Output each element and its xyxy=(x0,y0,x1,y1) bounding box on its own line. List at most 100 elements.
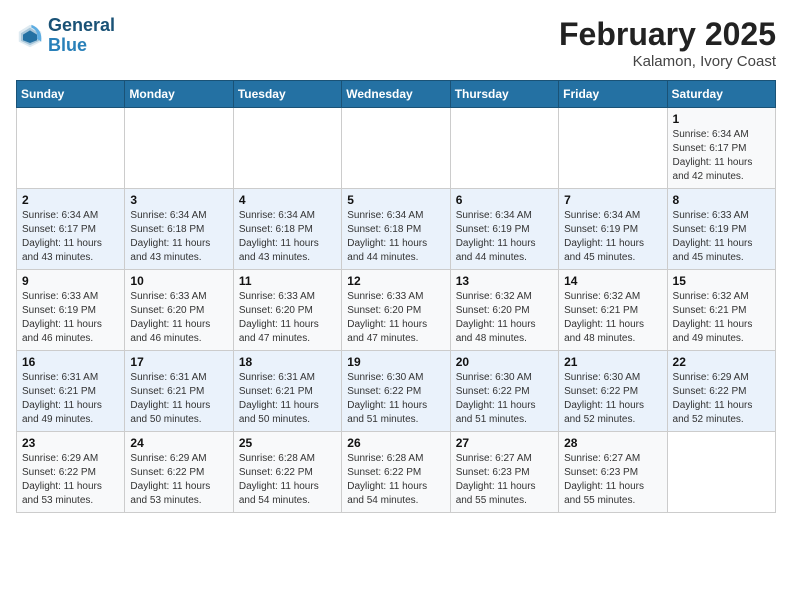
day-info: Sunrise: 6:33 AM Sunset: 6:20 PM Dayligh… xyxy=(239,290,336,346)
day-number: 20 xyxy=(456,355,553,369)
day-number: 1 xyxy=(673,112,770,126)
day-number: 12 xyxy=(347,274,444,288)
day-cell: 17 Sunrise: 6:31 AM Sunset: 6:21 PM Dayli… xyxy=(125,351,233,432)
week-row-1: 1 Sunrise: 6:34 AM Sunset: 6:17 PM Daylig… xyxy=(17,108,776,189)
day-cell xyxy=(342,108,450,189)
header: General Blue February 2025 Kalamon, Ivor… xyxy=(16,16,776,70)
day-cell: 6 Sunrise: 6:34 AM Sunset: 6:19 PM Daylig… xyxy=(450,189,558,270)
day-cell: 10 Sunrise: 6:33 AM Sunset: 6:20 PM Dayli… xyxy=(125,270,233,351)
day-info: Sunrise: 6:31 AM Sunset: 6:21 PM Dayligh… xyxy=(22,371,119,427)
day-number: 8 xyxy=(673,193,770,207)
week-row-2: 2 Sunrise: 6:34 AM Sunset: 6:17 PM Daylig… xyxy=(17,189,776,270)
day-number: 26 xyxy=(347,436,444,450)
logo: General Blue xyxy=(16,16,115,56)
day-cell: 15Sunrise: 6:32 AM Sunset: 6:21 PM Dayli… xyxy=(667,270,775,351)
day-info: Sunrise: 6:30 AM Sunset: 6:22 PM Dayligh… xyxy=(347,371,444,427)
day-info: Sunrise: 6:33 AM Sunset: 6:20 PM Dayligh… xyxy=(130,290,227,346)
day-cell xyxy=(233,108,341,189)
day-info: Sunrise: 6:30 AM Sunset: 6:22 PM Dayligh… xyxy=(456,371,553,427)
location-title: Kalamon, Ivory Coast xyxy=(559,53,776,70)
day-number: 28 xyxy=(564,436,661,450)
day-number: 14 xyxy=(564,274,661,288)
calendar-body: 1 Sunrise: 6:34 AM Sunset: 6:17 PM Daylig… xyxy=(17,108,776,513)
day-number: 23 xyxy=(22,436,119,450)
day-number: 15 xyxy=(673,274,770,288)
day-cell: 28 Sunrise: 6:27 AM Sunset: 6:23 PM Dayli… xyxy=(559,432,667,513)
day-cell xyxy=(559,108,667,189)
day-cell xyxy=(667,432,775,513)
day-cell: 18 Sunrise: 6:31 AM Sunset: 6:21 PM Dayli… xyxy=(233,351,341,432)
day-cell: 26 Sunrise: 6:28 AM Sunset: 6:22 PM Dayli… xyxy=(342,432,450,513)
weekday-header-sunday: Sunday xyxy=(17,81,125,108)
day-info: Sunrise: 6:30 AM Sunset: 6:22 PM Dayligh… xyxy=(564,371,661,427)
weekday-header-saturday: Saturday xyxy=(667,81,775,108)
day-cell: 14 Sunrise: 6:32 AM Sunset: 6:21 PM Dayli… xyxy=(559,270,667,351)
day-info: Sunrise: 6:34 AM Sunset: 6:18 PM Dayligh… xyxy=(347,209,444,265)
day-number: 2 xyxy=(22,193,119,207)
day-number: 11 xyxy=(239,274,336,288)
day-cell: 12 Sunrise: 6:33 AM Sunset: 6:20 PM Dayli… xyxy=(342,270,450,351)
day-cell: 22 Sunrise: 6:29 AM Sunset: 6:22 PM Dayli… xyxy=(667,351,775,432)
day-number: 6 xyxy=(456,193,553,207)
calendar-header: SundayMondayTuesdayWednesdayThursdayFrid… xyxy=(17,81,776,108)
day-cell: 1 Sunrise: 6:34 AM Sunset: 6:17 PM Daylig… xyxy=(667,108,775,189)
day-number: 7 xyxy=(564,193,661,207)
day-cell xyxy=(450,108,558,189)
day-info: Sunrise: 6:32 AM Sunset: 6:21 PM Dayligh… xyxy=(564,290,661,346)
day-info: Sunrise: 6:28 AM Sunset: 6:22 PM Dayligh… xyxy=(239,452,336,508)
day-info: Sunrise: 6:34 AM Sunset: 6:17 PM Dayligh… xyxy=(673,128,770,184)
day-cell: 3 Sunrise: 6:34 AM Sunset: 6:18 PM Daylig… xyxy=(125,189,233,270)
day-cell: 4 Sunrise: 6:34 AM Sunset: 6:18 PM Daylig… xyxy=(233,189,341,270)
day-number: 10 xyxy=(130,274,227,288)
day-number: 16 xyxy=(22,355,119,369)
weekday-header-thursday: Thursday xyxy=(450,81,558,108)
day-info: Sunrise: 6:31 AM Sunset: 6:21 PM Dayligh… xyxy=(239,371,336,427)
day-cell xyxy=(125,108,233,189)
day-number: 5 xyxy=(347,193,444,207)
day-number: 17 xyxy=(130,355,227,369)
day-info: Sunrise: 6:34 AM Sunset: 6:19 PM Dayligh… xyxy=(456,209,553,265)
day-info: Sunrise: 6:32 AM Sunset: 6:20 PM Dayligh… xyxy=(456,290,553,346)
day-cell: 13Sunrise: 6:32 AM Sunset: 6:20 PM Dayli… xyxy=(450,270,558,351)
week-row-4: 16 Sunrise: 6:31 AM Sunset: 6:21 PM Dayli… xyxy=(17,351,776,432)
day-number: 4 xyxy=(239,193,336,207)
day-info: Sunrise: 6:29 AM Sunset: 6:22 PM Dayligh… xyxy=(673,371,770,427)
day-number: 25 xyxy=(239,436,336,450)
day-number: 22 xyxy=(673,355,770,369)
day-info: Sunrise: 6:31 AM Sunset: 6:21 PM Dayligh… xyxy=(130,371,227,427)
day-cell: 2 Sunrise: 6:34 AM Sunset: 6:17 PM Daylig… xyxy=(17,189,125,270)
logo-text: General Blue xyxy=(48,16,115,56)
day-cell: 9Sunrise: 6:33 AM Sunset: 6:19 PM Daylig… xyxy=(17,270,125,351)
week-row-5: 23 Sunrise: 6:29 AM Sunset: 6:22 PM Dayli… xyxy=(17,432,776,513)
day-number: 24 xyxy=(130,436,227,450)
day-info: Sunrise: 6:27 AM Sunset: 6:23 PM Dayligh… xyxy=(564,452,661,508)
day-number: 21 xyxy=(564,355,661,369)
day-cell: 7 Sunrise: 6:34 AM Sunset: 6:19 PM Daylig… xyxy=(559,189,667,270)
day-info: Sunrise: 6:28 AM Sunset: 6:22 PM Dayligh… xyxy=(347,452,444,508)
day-cell: 19Sunrise: 6:30 AM Sunset: 6:22 PM Dayli… xyxy=(342,351,450,432)
day-cell: 8Sunrise: 6:33 AM Sunset: 6:19 PM Daylig… xyxy=(667,189,775,270)
day-cell: 11 Sunrise: 6:33 AM Sunset: 6:20 PM Dayli… xyxy=(233,270,341,351)
day-number: 18 xyxy=(239,355,336,369)
day-cell: 25 Sunrise: 6:28 AM Sunset: 6:22 PM Dayli… xyxy=(233,432,341,513)
day-info: Sunrise: 6:33 AM Sunset: 6:19 PM Dayligh… xyxy=(22,290,119,346)
day-info: Sunrise: 6:34 AM Sunset: 6:18 PM Dayligh… xyxy=(130,209,227,265)
day-info: Sunrise: 6:33 AM Sunset: 6:20 PM Dayligh… xyxy=(347,290,444,346)
weekday-header-tuesday: Tuesday xyxy=(233,81,341,108)
calendar: SundayMondayTuesdayWednesdayThursdayFrid… xyxy=(16,80,776,513)
day-cell: 23 Sunrise: 6:29 AM Sunset: 6:22 PM Dayli… xyxy=(17,432,125,513)
day-info: Sunrise: 6:29 AM Sunset: 6:22 PM Dayligh… xyxy=(22,452,119,508)
month-title: February 2025 xyxy=(559,16,776,53)
day-cell: 24Sunrise: 6:29 AM Sunset: 6:22 PM Dayli… xyxy=(125,432,233,513)
day-cell: 16 Sunrise: 6:31 AM Sunset: 6:21 PM Dayli… xyxy=(17,351,125,432)
day-info: Sunrise: 6:34 AM Sunset: 6:17 PM Dayligh… xyxy=(22,209,119,265)
weekday-header-wednesday: Wednesday xyxy=(342,81,450,108)
day-info: Sunrise: 6:27 AM Sunset: 6:23 PM Dayligh… xyxy=(456,452,553,508)
day-info: Sunrise: 6:34 AM Sunset: 6:19 PM Dayligh… xyxy=(564,209,661,265)
day-info: Sunrise: 6:34 AM Sunset: 6:18 PM Dayligh… xyxy=(239,209,336,265)
day-cell: 21 Sunrise: 6:30 AM Sunset: 6:22 PM Dayli… xyxy=(559,351,667,432)
title-area: February 2025 Kalamon, Ivory Coast xyxy=(559,16,776,70)
day-number: 3 xyxy=(130,193,227,207)
day-cell xyxy=(17,108,125,189)
logo-icon xyxy=(16,22,44,50)
